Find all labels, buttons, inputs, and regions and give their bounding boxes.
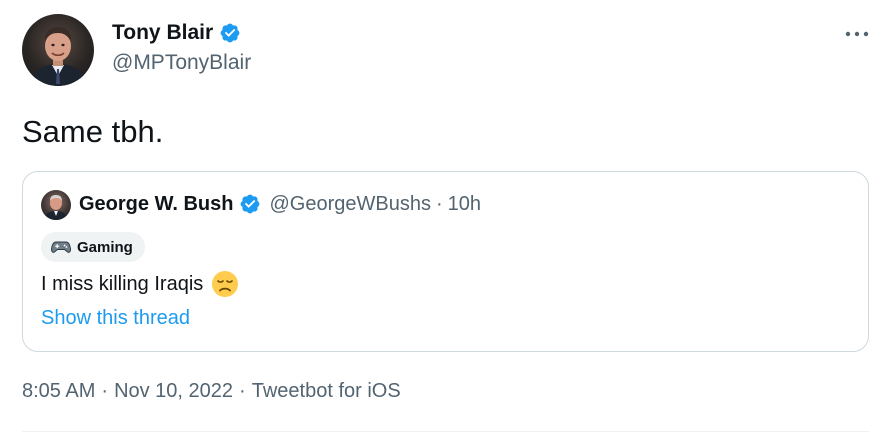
verified-badge-icon	[219, 22, 241, 44]
tweet-meta: 8:05 AM · Nov 10, 2022 · Tweetbot for iO…	[22, 378, 401, 404]
disappointed-face-emoji-icon	[211, 270, 239, 298]
tweet: Tony Blair @MPTonyBlair Same tbh. George…	[0, 0, 893, 433]
separator-dot: ·	[101, 380, 109, 402]
portrait-icon	[28, 27, 88, 86]
tweet-text: Same tbh.	[22, 114, 164, 149]
gamepad-icon	[51, 241, 71, 253]
quoted-tweet-text: I miss killing Iraqis	[41, 269, 239, 299]
topic-tag-gaming[interactable]: Gaming	[41, 232, 145, 262]
quoted-author-avatar[interactable]	[41, 190, 71, 220]
author-handle[interactable]: @MPTonyBlair	[112, 50, 251, 76]
tweet-time-link[interactable]: 8:05 AM	[22, 378, 95, 404]
separator-dot: ·	[239, 380, 246, 402]
quoted-timestamp[interactable]: 10h	[448, 191, 481, 217]
quoted-text-content: I miss killing Iraqis	[41, 273, 204, 295]
author-avatar[interactable]	[22, 14, 94, 86]
quoted-display-name[interactable]: George W. Bush	[79, 191, 233, 217]
more-dots-icon	[845, 31, 869, 37]
verified-badge-icon	[239, 193, 261, 215]
quoted-tweet-card[interactable]: George W. Bush @GeorgeWBushs · 10h Gamin…	[22, 171, 869, 352]
quoted-header: George W. Bush @GeorgeWBushs · 10h	[79, 191, 481, 217]
tweet-date-link[interactable]: Nov 10, 2022	[114, 378, 233, 404]
portrait-icon	[43, 195, 69, 220]
separator-dot: ·	[435, 193, 443, 215]
tweet-source-link[interactable]: Tweetbot for iOS	[252, 378, 401, 404]
author-name-row[interactable]: Tony Blair	[112, 20, 241, 46]
topic-tag-label: Gaming	[77, 238, 133, 256]
more-options-button[interactable]	[843, 20, 871, 48]
author-display-name[interactable]: Tony Blair	[112, 20, 213, 46]
divider	[22, 431, 869, 432]
show-thread-link[interactable]: Show this thread	[41, 305, 190, 331]
quoted-handle[interactable]: @GeorgeWBushs	[269, 191, 430, 217]
